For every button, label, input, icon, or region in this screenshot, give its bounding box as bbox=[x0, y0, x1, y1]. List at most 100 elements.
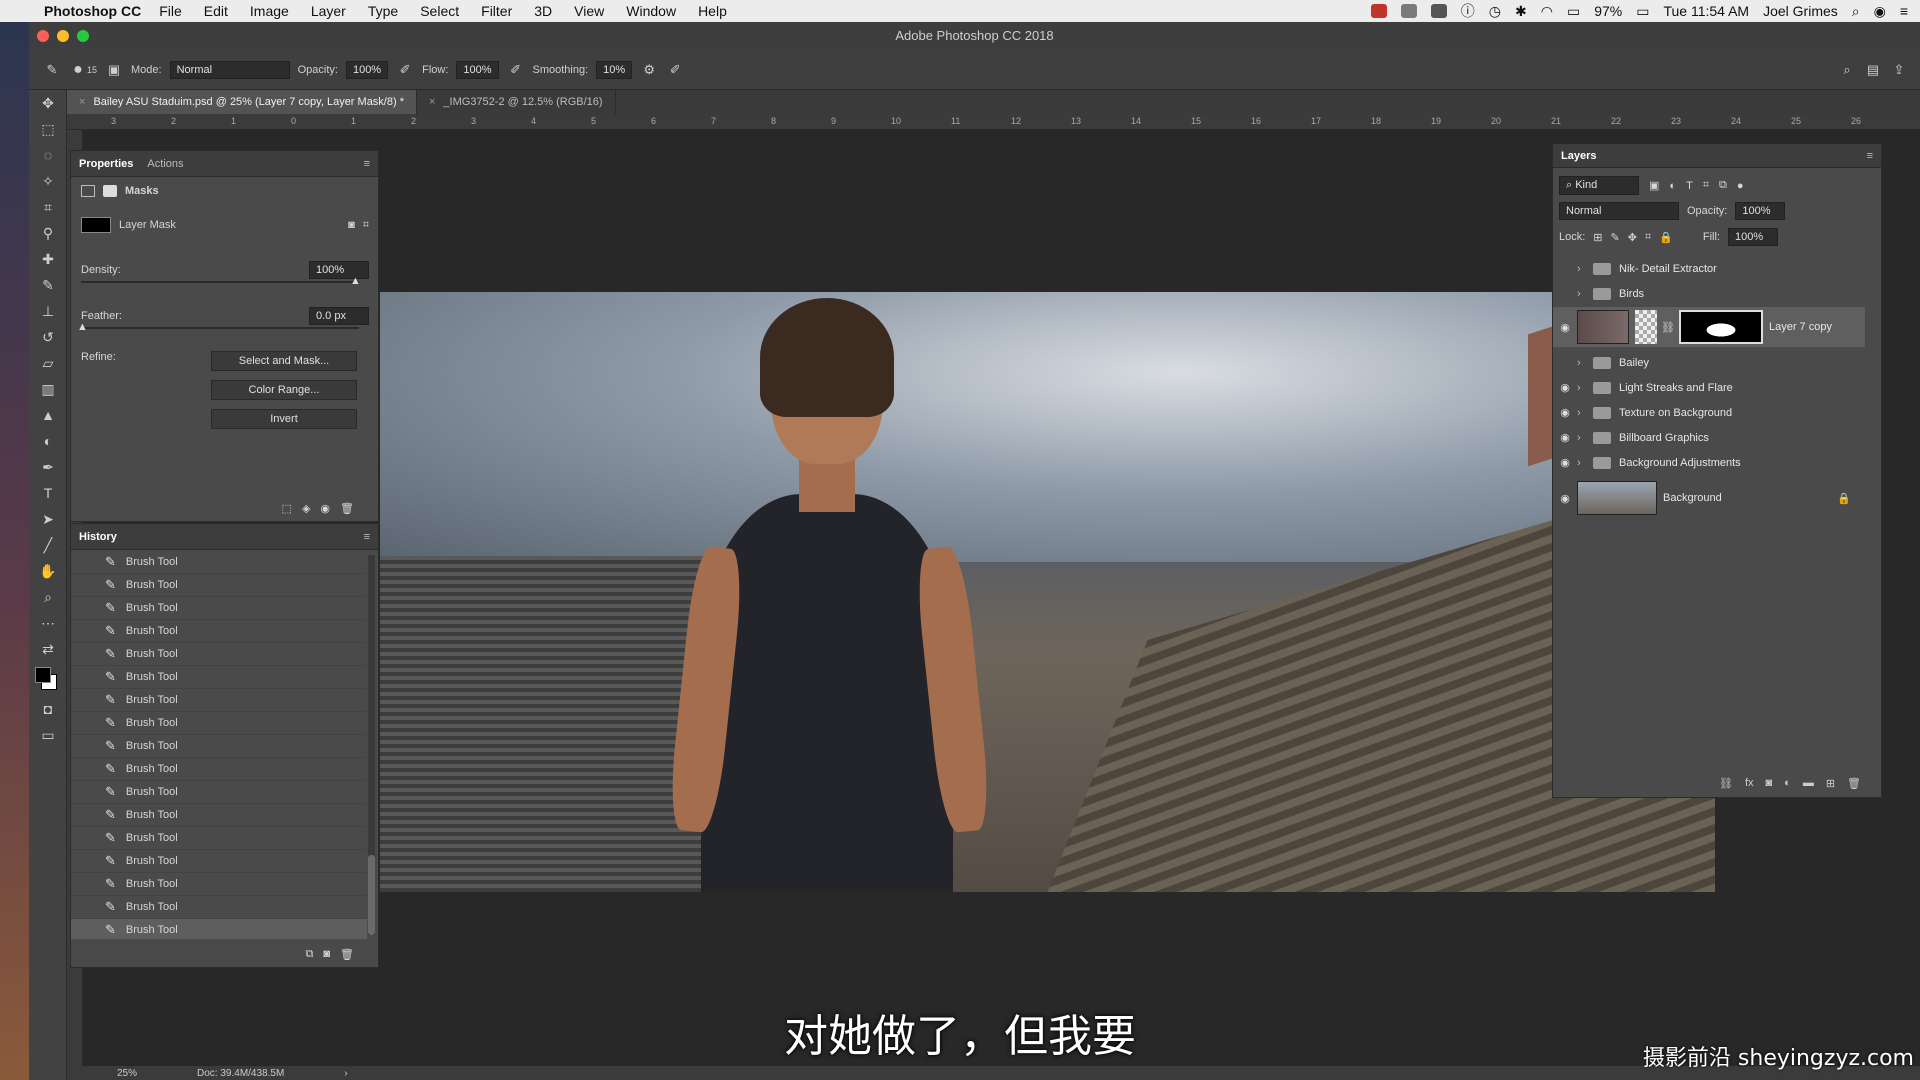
more-tools-icon[interactable]: ⋯ bbox=[29, 610, 67, 636]
eye-icon[interactable]: ◉ bbox=[1553, 321, 1577, 334]
dodge-tool-icon[interactable]: ◐ bbox=[29, 428, 67, 454]
history-item[interactable]: ✎ Brush Tool bbox=[71, 827, 367, 850]
user-name[interactable]: Joel Grimes bbox=[1763, 3, 1838, 19]
smart-filter-thumbnail[interactable] bbox=[1635, 310, 1657, 344]
expand-icon[interactable]: › bbox=[1577, 357, 1589, 369]
density-slider[interactable] bbox=[81, 281, 359, 283]
menu-file[interactable]: File bbox=[159, 3, 182, 19]
menu-3d[interactable]: 3D bbox=[534, 3, 552, 19]
brush-settings-icon[interactable]: ▣ bbox=[105, 61, 123, 79]
tab-history[interactable]: History bbox=[79, 531, 117, 543]
gear-icon[interactable]: ⚙ bbox=[640, 61, 658, 79]
apply-vector-mask-icon[interactable]: ⌗ bbox=[363, 219, 369, 232]
filter-type-icon[interactable]: T bbox=[1686, 180, 1693, 192]
tab-layers[interactable]: Layers bbox=[1561, 150, 1596, 162]
menu-view[interactable]: View bbox=[574, 3, 604, 19]
crop-tool-icon[interactable]: ⌗ bbox=[29, 194, 67, 220]
panel-menu-icon[interactable]: ≡ bbox=[364, 158, 370, 170]
history-item[interactable]: ✎ Brush Tool bbox=[71, 643, 367, 666]
filter-smart-object-icon[interactable]: ⧉ bbox=[1719, 179, 1727, 192]
smoothing-field[interactable]: 10% bbox=[596, 60, 633, 79]
history-item[interactable]: ✎ Brush Tool bbox=[71, 712, 367, 735]
layer-mask-toggle-icon[interactable] bbox=[103, 185, 117, 197]
apply-mask-icon[interactable]: ◈ bbox=[302, 502, 310, 515]
scroll-thumb[interactable] bbox=[368, 855, 375, 935]
load-selection-icon[interactable]: ⬚ bbox=[282, 502, 292, 515]
history-scrollbar[interactable] bbox=[368, 555, 375, 935]
color-swatches[interactable] bbox=[29, 662, 67, 696]
airplay-icon[interactable]: ▭ bbox=[1567, 3, 1580, 20]
move-tool-icon[interactable]: ✥ bbox=[29, 90, 67, 116]
workspace-icon[interactable]: ▤ bbox=[1864, 61, 1882, 79]
battery-label[interactable]: 97% bbox=[1594, 3, 1622, 19]
opacity-field[interactable]: 100% bbox=[345, 60, 389, 79]
eye-icon[interactable]: ◉ bbox=[1553, 406, 1577, 419]
eye-icon[interactable]: ◉ bbox=[1553, 456, 1577, 469]
app-menu[interactable]: Photoshop CC bbox=[44, 3, 141, 19]
menu-image[interactable]: Image bbox=[250, 3, 289, 19]
lock-all-icon[interactable]: 🔒 bbox=[1659, 231, 1673, 244]
flow-field[interactable]: 100% bbox=[456, 60, 499, 79]
menu-type[interactable]: Type bbox=[368, 3, 398, 19]
doc-size[interactable]: Doc: 39.4M/438.5M bbox=[197, 1068, 284, 1079]
spotlight-icon[interactable]: ⌕ bbox=[1852, 3, 1860, 20]
filter-toggle-icon[interactable]: ● bbox=[1737, 180, 1744, 192]
brush-preset-icon[interactable]: ✎ bbox=[43, 61, 61, 79]
pressure-opacity-icon[interactable]: ✐ bbox=[396, 61, 414, 79]
adjustment-layer-icon[interactable]: ◐ bbox=[1784, 777, 1791, 789]
eye-icon[interactable]: ◉ bbox=[1553, 492, 1577, 505]
zoom-window-button[interactable] bbox=[77, 30, 89, 42]
eye-icon[interactable]: ◉ bbox=[1553, 381, 1577, 394]
trash-icon[interactable]: 🗑 bbox=[340, 948, 354, 961]
share-icon[interactable]: ⇪ bbox=[1890, 61, 1908, 79]
history-brush-tool-icon[interactable]: ↺ bbox=[29, 324, 67, 350]
layer-row[interactable]: ◉ › Texture on Background bbox=[1553, 400, 1865, 425]
layer-row-selected[interactable]: ◉ ⛓ Layer 7 copy bbox=[1553, 307, 1865, 347]
history-item[interactable]: ✎ Brush Tool bbox=[71, 689, 367, 712]
invert-button[interactable]: Invert bbox=[211, 409, 357, 429]
type-tool-icon[interactable]: T bbox=[29, 480, 67, 506]
visibility-icon[interactable]: ◉ bbox=[320, 502, 330, 515]
blend-mode-dropdown[interactable]: Normal bbox=[1559, 202, 1679, 220]
quick-mask-icon[interactable]: ◘ bbox=[29, 696, 67, 722]
new-document-from-state-icon[interactable]: ⧉ bbox=[306, 948, 314, 961]
feather-slider-handle[interactable]: ▲ bbox=[77, 321, 88, 333]
history-item[interactable]: ✎ Brush Tool bbox=[71, 758, 367, 781]
add-mask-icon[interactable]: ◙ bbox=[1766, 777, 1773, 789]
layer-mask-thumbnail[interactable] bbox=[1678, 310, 1763, 344]
new-group-icon[interactable]: ▬ bbox=[1803, 777, 1814, 789]
trash-icon[interactable]: 🗑 bbox=[1847, 777, 1861, 790]
lasso-tool-icon[interactable]: ◌ bbox=[29, 142, 67, 168]
expand-icon[interactable]: › bbox=[1577, 263, 1589, 275]
stamp-tool-icon[interactable]: ⊥ bbox=[29, 298, 67, 324]
blur-tool-icon[interactable]: ▲ bbox=[29, 402, 67, 428]
feather-field[interactable]: 0.0 px bbox=[309, 307, 369, 325]
menu-layer[interactable]: Layer bbox=[311, 3, 346, 19]
app-status-icon[interactable] bbox=[1370, 4, 1387, 18]
minimize-window-button[interactable] bbox=[57, 30, 69, 42]
siri-icon[interactable]: ◉ bbox=[1874, 3, 1886, 20]
history-item[interactable]: ✎ Brush Tool bbox=[71, 574, 367, 597]
swap-colors-icon[interactable]: ⇄ bbox=[29, 636, 67, 662]
screen-mode-icon[interactable]: ▭ bbox=[29, 722, 67, 748]
expand-icon[interactable]: › bbox=[1577, 407, 1589, 419]
lock-artboard-icon[interactable]: ⌗ bbox=[1645, 231, 1651, 244]
close-window-button[interactable] bbox=[37, 30, 49, 42]
menu-edit[interactable]: Edit bbox=[204, 3, 228, 19]
panel-menu-icon[interactable]: ≡ bbox=[1867, 150, 1873, 162]
dropbox-icon[interactable] bbox=[1430, 4, 1447, 18]
brush-size-picker[interactable]: ● bbox=[69, 61, 87, 79]
feather-slider[interactable] bbox=[81, 327, 359, 329]
trash-icon[interactable]: 🗑 bbox=[340, 502, 354, 515]
layer-row[interactable]: › Bailey bbox=[1553, 350, 1865, 375]
history-item[interactable]: ✎ Brush Tool bbox=[71, 551, 367, 574]
select-mask-icon[interactable]: ◙ bbox=[348, 219, 355, 231]
bluetooth-icon[interactable]: ✱ bbox=[1515, 3, 1527, 20]
menu-window[interactable]: Window bbox=[626, 3, 676, 19]
density-slider-handle[interactable]: ▲ bbox=[350, 275, 361, 287]
zoom-level[interactable]: 25% bbox=[117, 1068, 137, 1079]
eye-icon[interactable]: ◉ bbox=[1553, 431, 1577, 444]
brush-tool-icon[interactable]: ✎ bbox=[29, 272, 67, 298]
close-tab-icon[interactable]: × bbox=[429, 96, 435, 108]
time-machine-icon[interactable]: ◷ bbox=[1489, 3, 1501, 20]
